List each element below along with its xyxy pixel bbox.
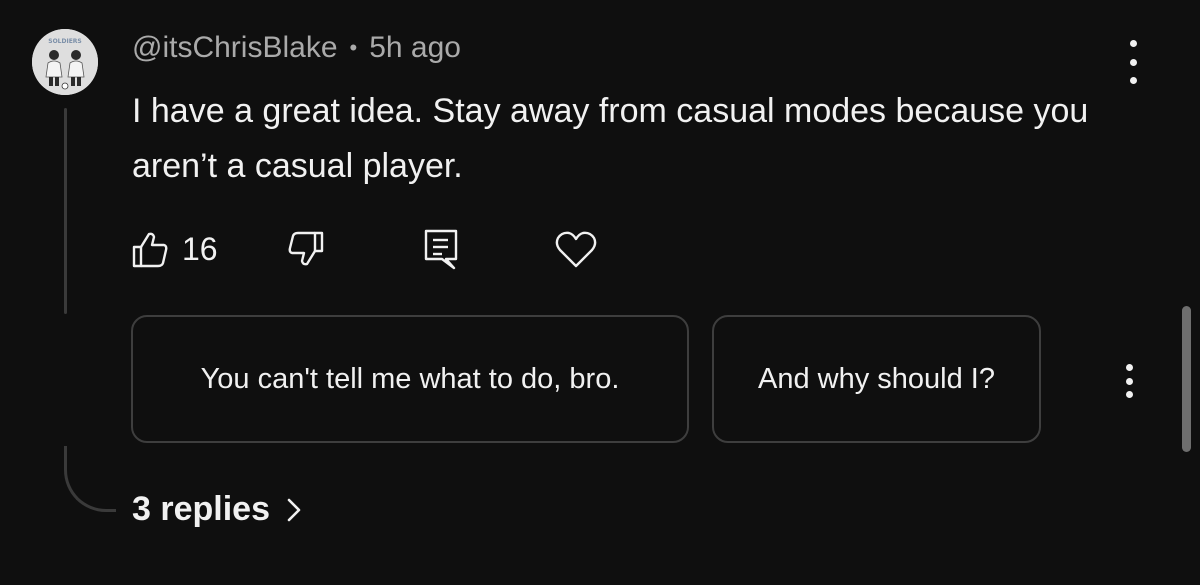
view-replies-button[interactable]: 3 replies: [132, 490, 302, 529]
replies-label: 3 replies: [132, 490, 270, 528]
reply-button[interactable]: [422, 226, 462, 272]
dot: [1129, 77, 1137, 84]
dot: [1129, 40, 1137, 47]
like-count: 16: [182, 230, 218, 267]
comment-text: I have a great idea. Stay away from casu…: [132, 92, 1089, 185]
svg-text:SOLDIERS: SOLDIERS: [48, 38, 82, 45]
reply-icon: [424, 229, 458, 270]
thumbs-down-icon: [288, 231, 324, 266]
avatar[interactable]: SOLDIERS: [32, 29, 98, 95]
thread-connector: [64, 446, 116, 512]
thread-line: [64, 108, 67, 314]
dot: [1125, 377, 1133, 385]
more-options-icon[interactable]: [1118, 40, 1148, 84]
dot: [1129, 58, 1137, 66]
thumbs-up-icon: [132, 232, 168, 268]
comment-time: 5h ago: [369, 31, 461, 64]
chevron-right-icon: [287, 498, 301, 521]
comment-meta: @itsChrisBlake • 5h ago: [132, 31, 461, 65]
heart-button[interactable]: [554, 226, 598, 272]
suggested-reply-chip[interactable]: And why should I?: [712, 315, 1041, 443]
suggestions-more-options-icon[interactable]: [1114, 364, 1144, 398]
comment-panel: SOLDIERS @itsChrisBlake • 5h ago I have …: [0, 0, 1200, 585]
avatar-image: SOLDIERS: [32, 29, 98, 95]
like-button[interactable]: 16: [130, 226, 218, 272]
author-name[interactable]: @itsChrisBlake: [132, 31, 338, 65]
heart-icon: [555, 231, 597, 268]
meta-separator: •: [349, 35, 358, 60]
dot: [1125, 364, 1133, 371]
dislike-button[interactable]: [286, 226, 326, 272]
dot: [1125, 391, 1133, 398]
scrollbar-thumb[interactable]: [1182, 306, 1191, 452]
suggested-reply-chip[interactable]: You can't tell me what to do, bro.: [131, 315, 689, 443]
